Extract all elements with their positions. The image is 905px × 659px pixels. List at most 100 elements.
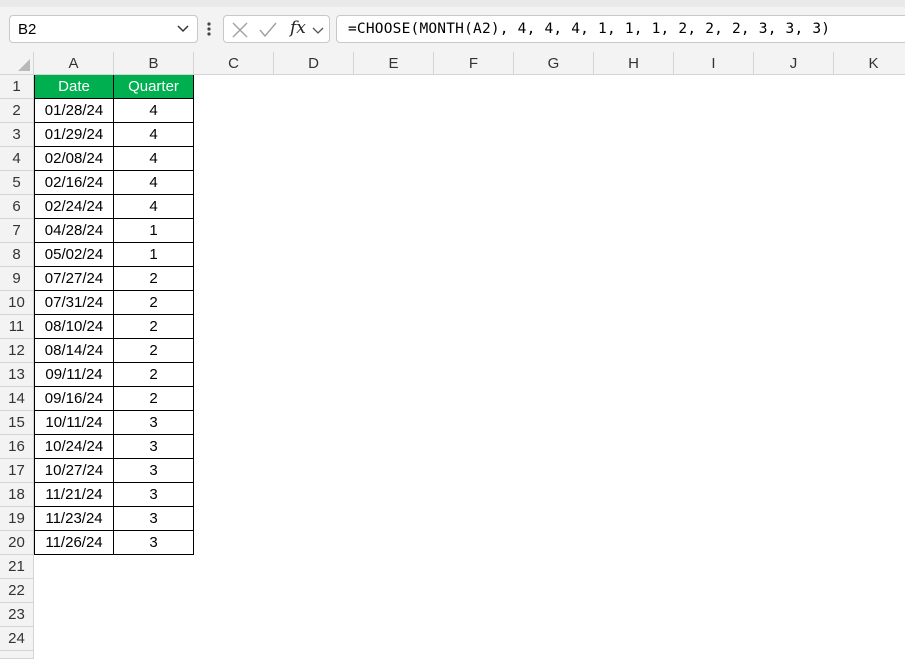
row-header-7[interactable]: 7 <box>0 219 34 243</box>
date-cell[interactable]: 11/26/24 <box>34 531 114 555</box>
quarter-cell[interactable]: 2 <box>114 387 194 411</box>
insert-function-button[interactable]: fx <box>290 18 306 38</box>
column-header-h[interactable]: H <box>594 52 674 75</box>
column-header-i[interactable]: I <box>674 52 754 75</box>
table-row: 10/27/24 3 <box>34 459 194 483</box>
row-header-8[interactable]: 8 <box>0 243 34 267</box>
date-cell[interactable]: 01/29/24 <box>34 123 114 147</box>
table-row: 04/28/24 1 <box>34 219 194 243</box>
quarter-cell[interactable]: 3 <box>114 459 194 483</box>
quarter-cell[interactable]: 2 <box>114 315 194 339</box>
chevron-down-icon[interactable] <box>173 19 193 39</box>
name-box-value: B2 <box>18 20 37 38</box>
date-cell[interactable]: 04/28/24 <box>34 219 114 243</box>
column-header-b[interactable]: B <box>114 52 194 75</box>
quarter-cell[interactable]: 3 <box>114 507 194 531</box>
row-header-6[interactable]: 6 <box>0 195 34 219</box>
date-cell[interactable]: 08/10/24 <box>34 315 114 339</box>
quarter-cell[interactable]: 2 <box>114 267 194 291</box>
quarter-cell[interactable]: 1 <box>114 219 194 243</box>
quarter-cell[interactable]: 2 <box>114 291 194 315</box>
date-cell[interactable]: 02/16/24 <box>34 171 114 195</box>
table-row: 11/26/24 3 <box>34 531 194 555</box>
date-cell[interactable]: 01/28/24 <box>34 99 114 123</box>
row-header-3[interactable]: 3 <box>0 123 34 147</box>
table-row: 10/11/24 3 <box>34 411 194 435</box>
column-header-c[interactable]: C <box>194 52 274 75</box>
more-options-icon[interactable] <box>204 20 214 38</box>
chevron-down-icon[interactable] <box>312 23 324 41</box>
row-header-13[interactable]: 13 <box>0 363 34 387</box>
table-row: 02/16/24 4 <box>34 171 194 195</box>
row-header-15[interactable]: 15 <box>0 411 34 435</box>
quarter-cell[interactable]: 3 <box>114 531 194 555</box>
date-cell[interactable]: 07/31/24 <box>34 291 114 315</box>
row-header-11[interactable]: 11 <box>0 315 34 339</box>
table-row: 10/24/24 3 <box>34 435 194 459</box>
quarter-cell[interactable]: 3 <box>114 411 194 435</box>
row-header-9[interactable]: 9 <box>0 267 34 291</box>
column-header-f[interactable]: F <box>434 52 514 75</box>
row-header-20[interactable]: 20 <box>0 531 34 555</box>
quarter-cell[interactable]: 4 <box>114 99 194 123</box>
date-cell[interactable]: 07/27/24 <box>34 267 114 291</box>
date-cell[interactable]: 09/16/24 <box>34 387 114 411</box>
row-header-10[interactable]: 10 <box>0 291 34 315</box>
quarter-cell[interactable]: 3 <box>114 435 194 459</box>
header-cell-date[interactable]: Date <box>34 75 114 99</box>
quarter-cell[interactable]: 4 <box>114 123 194 147</box>
quarter-cell[interactable]: 4 <box>114 171 194 195</box>
date-cell[interactable]: 09/11/24 <box>34 363 114 387</box>
quarter-cell[interactable]: 4 <box>114 147 194 171</box>
row-header-17[interactable]: 17 <box>0 459 34 483</box>
date-cell[interactable]: 11/23/24 <box>34 507 114 531</box>
date-cell[interactable]: 05/02/24 <box>34 243 114 267</box>
date-cell[interactable]: 10/27/24 <box>34 459 114 483</box>
quarter-cell[interactable]: 2 <box>114 363 194 387</box>
row-header-4[interactable]: 4 <box>0 147 34 171</box>
header-cell-quarter[interactable]: Quarter <box>114 75 194 99</box>
column-header-d[interactable]: D <box>274 52 354 75</box>
date-cell[interactable]: 10/11/24 <box>34 411 114 435</box>
row-header-23[interactable]: 23 <box>0 603 34 627</box>
date-cell[interactable]: 08/14/24 <box>34 339 114 363</box>
formula-text: =CHOOSE(MONTH(A2), 4, 4, 4, 1, 1, 1, 2, … <box>348 21 831 37</box>
quarter-cell[interactable]: 4 <box>114 195 194 219</box>
table-row: 01/28/24 4 <box>34 99 194 123</box>
table-row: 02/08/24 4 <box>34 147 194 171</box>
date-cell[interactable]: 02/24/24 <box>34 195 114 219</box>
column-header-j[interactable]: J <box>754 52 834 75</box>
row-header-18[interactable]: 18 <box>0 483 34 507</box>
date-cell[interactable]: 11/21/24 <box>34 483 114 507</box>
column-header-g[interactable]: G <box>514 52 594 75</box>
column-header-e[interactable]: E <box>354 52 434 75</box>
table-row: 09/11/24 2 <box>34 363 194 387</box>
select-all-button[interactable] <box>0 52 34 75</box>
row-header-22[interactable]: 22 <box>0 579 34 603</box>
cancel-icon[interactable] <box>231 21 249 44</box>
table-row: 02/24/24 4 <box>34 195 194 219</box>
table-row: 05/02/24 1 <box>34 243 194 267</box>
name-box[interactable]: B2 <box>9 15 198 43</box>
column-header-k[interactable]: K <box>834 52 905 75</box>
enter-check-icon[interactable] <box>258 21 278 44</box>
row-header-19[interactable]: 19 <box>0 507 34 531</box>
row-header-1[interactable]: 1 <box>0 75 34 99</box>
row-header-16[interactable]: 16 <box>0 435 34 459</box>
row-header-14[interactable]: 14 <box>0 387 34 411</box>
quarter-cell[interactable]: 2 <box>114 339 194 363</box>
quarter-cell[interactable]: 1 <box>114 243 194 267</box>
quarter-cell[interactable]: 3 <box>114 483 194 507</box>
row-header-21[interactable]: 21 <box>0 555 34 579</box>
row-header-5[interactable]: 5 <box>0 171 34 195</box>
row-header-12[interactable]: 12 <box>0 339 34 363</box>
row-header-24[interactable]: 24 <box>0 627 34 651</box>
formula-input[interactable]: =CHOOSE(MONTH(A2), 4, 4, 4, 1, 1, 1, 2, … <box>336 15 905 43</box>
ribbon-edge <box>0 0 905 7</box>
row-header-2[interactable]: 2 <box>0 99 34 123</box>
date-cell[interactable]: 02/08/24 <box>34 147 114 171</box>
data-table: Date Quarter 01/28/24 4 01/29/24 4 02/08/24 4 02… <box>34 75 194 555</box>
row-header-partial <box>0 651 34 659</box>
date-cell[interactable]: 10/24/24 <box>34 435 114 459</box>
column-header-a[interactable]: A <box>34 52 114 75</box>
